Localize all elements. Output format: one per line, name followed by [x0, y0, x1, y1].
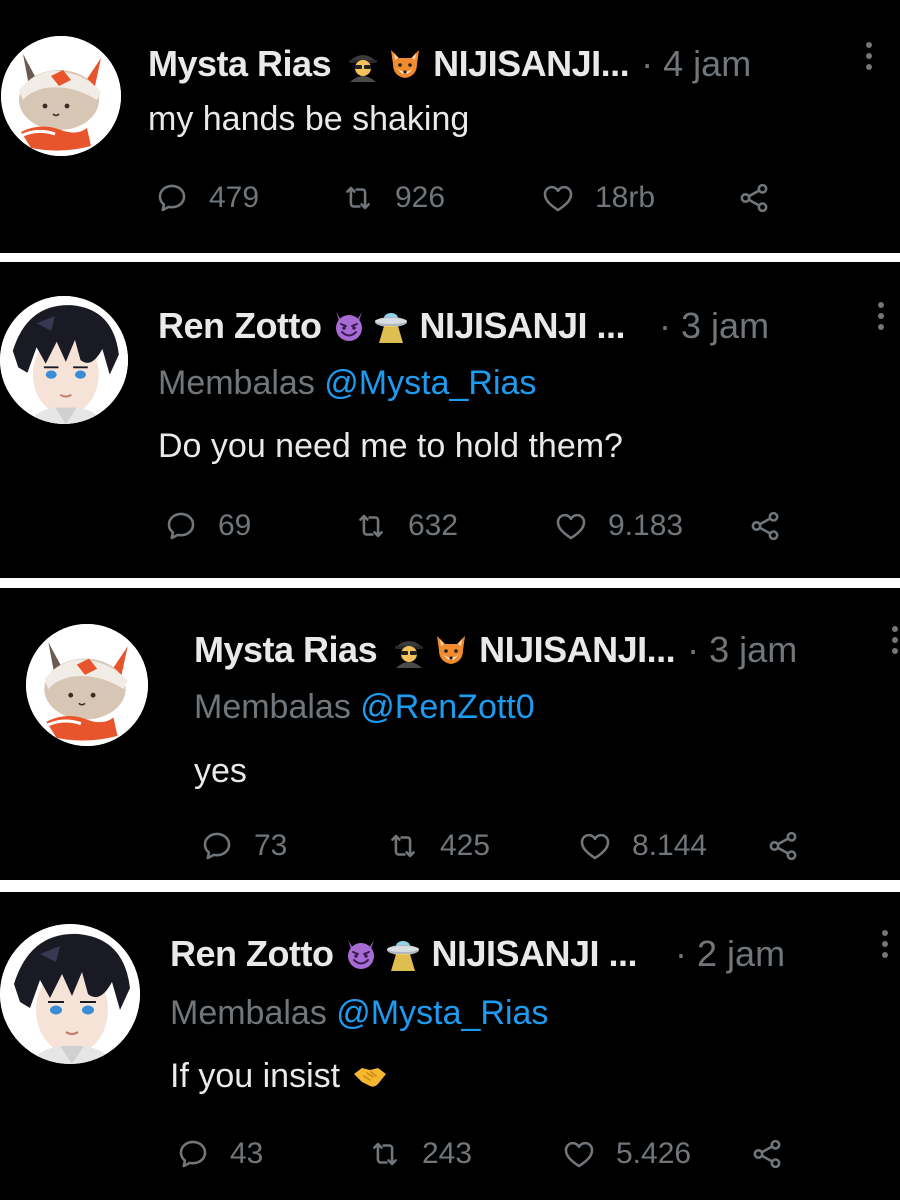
- more-options-icon[interactable]: [880, 930, 890, 966]
- retweet-button[interactable]: 243: [368, 1134, 472, 1174]
- avatar[interactable]: [1, 36, 121, 156]
- share-icon: [748, 509, 782, 543]
- share-button[interactable]: [766, 826, 800, 866]
- fox-icon: [387, 46, 423, 82]
- tweet-text-content: If you insist: [170, 1057, 341, 1095]
- tweet-text: Do you need me to hold them?: [158, 427, 623, 465]
- like-count: 5.426: [616, 1137, 692, 1170]
- retweet-count: 926: [395, 181, 446, 214]
- fox-chibi-avatar-icon: [26, 624, 148, 746]
- timestamp[interactable]: · 3 jam: [659, 304, 769, 348]
- display-name[interactable]: Mysta Rias: [148, 42, 332, 86]
- like-button[interactable]: 8.144: [578, 826, 707, 866]
- share-button[interactable]: [737, 178, 771, 218]
- reply-count: 73: [254, 829, 288, 862]
- tweet-text: If you insist: [170, 1055, 388, 1097]
- reply-prefix: Membalas: [194, 688, 351, 726]
- tweet-header: Mysta Rias NIJISANJI... · 4 jam: [148, 42, 751, 86]
- reply-count: 69: [218, 509, 252, 542]
- retweet-icon: [354, 509, 388, 543]
- heart-icon: [562, 1137, 596, 1171]
- reply-button[interactable]: 43: [176, 1134, 263, 1174]
- reply-button[interactable]: 69: [164, 506, 251, 546]
- more-options-icon[interactable]: [864, 42, 874, 78]
- like-count: 9.183: [608, 509, 684, 542]
- affiliation-label: NIJISANJI...: [479, 629, 676, 670]
- retweet-icon: [368, 1137, 402, 1171]
- retweet-count: 425: [440, 829, 491, 862]
- retweet-count: 243: [422, 1137, 473, 1170]
- retweet-icon: [341, 181, 375, 215]
- reply-context: Membalas @Mysta_Rias: [170, 992, 548, 1034]
- like-button[interactable]: 18rb: [541, 178, 655, 218]
- reply-handle-link[interactable]: @Mysta_Rias: [324, 364, 536, 402]
- reply-handle-link[interactable]: @RenZott0: [360, 688, 534, 726]
- like-count: 18rb: [595, 181, 656, 214]
- affiliation-label: NIJISANJI...: [433, 43, 630, 84]
- affiliation-label: NIJISANJI ...: [419, 305, 626, 346]
- handshake-icon: [352, 1058, 388, 1094]
- tweet-text: my hands be shaking: [148, 100, 470, 138]
- like-button[interactable]: 9.183: [554, 506, 683, 546]
- smiling-devil-icon: [331, 308, 367, 344]
- reply-count: 479: [209, 181, 260, 214]
- fox-icon: [433, 632, 469, 668]
- reply-button[interactable]: 479: [155, 178, 259, 218]
- tweet-actions: 479 926 18rb: [155, 178, 795, 218]
- smiling-devil-icon: [343, 936, 379, 972]
- reply-icon: [200, 829, 234, 863]
- tweet-header: Ren Zotto NIJISANJI ... · 2 jam: [170, 932, 785, 976]
- more-options-icon[interactable]: [890, 626, 900, 662]
- share-button[interactable]: [750, 1134, 784, 1174]
- detective-icon: [391, 632, 427, 668]
- heart-icon: [578, 829, 612, 863]
- more-options-icon[interactable]: [876, 302, 886, 338]
- detective-icon: [345, 46, 381, 82]
- timestamp[interactable]: · 2 jam: [675, 932, 785, 976]
- retweet-button[interactable]: 425: [386, 826, 490, 866]
- share-icon: [766, 829, 800, 863]
- display-name[interactable]: Ren Zotto: [158, 304, 322, 348]
- tweet-actions: 73 425 8.144: [200, 826, 840, 866]
- tweet-header: Ren Zotto NIJISANJI ... · 3 jam: [158, 304, 769, 348]
- affiliation-label: NIJISANJI ...: [431, 933, 638, 974]
- ufo-icon: [373, 308, 409, 344]
- share-button[interactable]: [748, 506, 782, 546]
- retweet-count: 632: [408, 509, 459, 542]
- reply-button[interactable]: 73: [200, 826, 287, 866]
- fox-chibi-avatar-icon: [1, 36, 121, 156]
- tweet-actions: 43 243 5.426: [176, 1134, 816, 1174]
- heart-icon: [554, 509, 588, 543]
- reply-icon: [176, 1137, 210, 1171]
- display-name[interactable]: Ren Zotto: [170, 932, 334, 976]
- timestamp[interactable]: · 3 jam: [687, 628, 797, 672]
- timestamp[interactable]: · 4 jam: [641, 42, 751, 86]
- tweet-text: yes: [194, 752, 247, 790]
- dark-hair-avatar-icon: [0, 924, 140, 1064]
- display-name[interactable]: Mysta Rias: [194, 628, 378, 672]
- reply-icon: [164, 509, 198, 543]
- retweet-icon: [386, 829, 420, 863]
- share-icon: [750, 1137, 784, 1171]
- reply-context: Membalas @Mysta_Rias: [158, 362, 536, 404]
- reply-prefix: Membalas: [170, 994, 327, 1032]
- tweet-header: Mysta Rias NIJISANJI... · 3 jam: [194, 628, 797, 672]
- avatar[interactable]: [0, 296, 128, 424]
- like-count: 8.144: [632, 829, 708, 862]
- reply-handle-link[interactable]: @Mysta_Rias: [336, 994, 548, 1032]
- reply-count: 43: [230, 1137, 264, 1170]
- reply-icon: [155, 181, 189, 215]
- retweet-button[interactable]: 926: [341, 178, 445, 218]
- like-button[interactable]: 5.426: [562, 1134, 691, 1174]
- reply-prefix: Membalas: [158, 364, 315, 402]
- share-icon: [737, 181, 771, 215]
- dark-hair-avatar-icon: [0, 296, 128, 424]
- heart-icon: [541, 181, 575, 215]
- reply-context: Membalas @RenZott0: [194, 686, 535, 728]
- retweet-button[interactable]: 632: [354, 506, 458, 546]
- ufo-icon: [385, 936, 421, 972]
- avatar[interactable]: [26, 624, 148, 746]
- tweet-actions: 69 632 9.183: [164, 506, 804, 546]
- avatar[interactable]: [0, 924, 140, 1064]
